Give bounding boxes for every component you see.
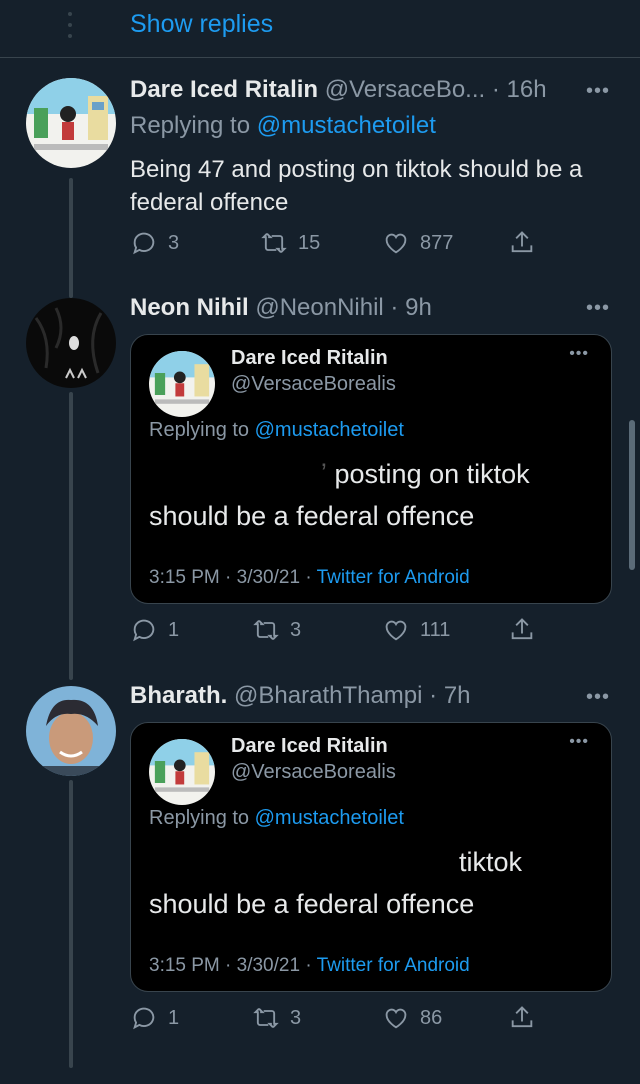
- reply-button[interactable]: 1: [130, 1004, 179, 1032]
- share-icon: [511, 1006, 533, 1028]
- tweet-time[interactable]: 9h: [405, 294, 432, 321]
- quote-more-icon[interactable]: •••: [569, 733, 589, 751]
- share-icon: [511, 231, 533, 253]
- like-count: 111: [420, 618, 451, 641]
- reply-icon: [133, 1007, 155, 1030]
- reply-button[interactable]: 1: [130, 616, 179, 644]
- quote-text-line-1: tiktok: [459, 847, 523, 877]
- tweet-time[interactable]: 16h: [507, 76, 547, 103]
- quote-user-handle: @VersaceBorealis: [231, 761, 396, 783]
- quote-app-link[interactable]: Twitter for Android: [317, 567, 470, 588]
- quote-text: ʼ posting on tiktok should be a federal …: [149, 453, 589, 537]
- quote-user-handle: @VersaceBorealis: [231, 373, 396, 395]
- tweet-actions: 1 3 111: [130, 616, 550, 650]
- retweet-icon: [253, 1008, 279, 1028]
- user-handle[interactable]: @VersaceBo...: [325, 76, 485, 103]
- more-icon[interactable]: •••: [586, 297, 610, 320]
- like-count: 86: [420, 1006, 443, 1029]
- share-button[interactable]: [508, 616, 536, 644]
- like-count: 877: [420, 231, 454, 254]
- mention-link[interactable]: @mustachetoilet: [255, 807, 404, 829]
- reply-count: 3: [168, 231, 180, 254]
- replying-to: Replying to @mustachetoilet: [130, 112, 436, 140]
- avatar[interactable]: [26, 78, 116, 168]
- thread-line: [69, 392, 73, 680]
- like-icon: [385, 620, 407, 641]
- avatar[interactable]: [26, 686, 116, 776]
- like-button[interactable]: 111: [382, 616, 450, 644]
- show-replies-link[interactable]: Show replies: [130, 10, 273, 39]
- quote-display-name: Dare Iced Ritalin: [231, 347, 388, 369]
- reply-button[interactable]: 3: [130, 229, 179, 257]
- thread-dots-icon: [64, 12, 76, 38]
- retweet-button[interactable]: 3: [252, 616, 301, 644]
- quote-replying-to: Replying to @mustachetoilet: [149, 419, 404, 442]
- quote-text-line-2: should be a federal offence: [149, 889, 475, 919]
- tweet-actions: 1 3 86: [130, 1004, 550, 1038]
- show-replies-row[interactable]: Show replies: [0, 0, 640, 58]
- more-icon[interactable]: •••: [586, 686, 610, 709]
- share-icon: [511, 618, 533, 640]
- share-button[interactable]: [508, 229, 536, 257]
- display-name[interactable]: Bharath.: [130, 682, 227, 709]
- tweet-header: Dare Iced Ritalin @VersaceBo... · 16h: [130, 76, 547, 103]
- like-button[interactable]: 877: [382, 229, 453, 257]
- like-button[interactable]: 86: [382, 1004, 442, 1032]
- mention-link[interactable]: @mustachetoilet: [255, 419, 404, 441]
- quote-text-line-2: should be a federal offence: [149, 501, 475, 531]
- reply-count: 1: [168, 1006, 180, 1029]
- avatar[interactable]: [26, 298, 116, 388]
- quote-timestamp: 3:15 PM · 3/30/21 ·: [149, 567, 312, 588]
- user-handle[interactable]: @NeonNihil: [255, 294, 383, 321]
- quoted-tweet[interactable]: Dare Iced Ritalin @VersaceBorealis ••• R…: [130, 334, 612, 604]
- tweet-text: Being 47 and posting on tiktok should be…: [130, 156, 583, 216]
- mention-link[interactable]: @mustachetoilet: [257, 112, 436, 139]
- quote-more-icon[interactable]: •••: [569, 345, 589, 363]
- retweet-count: 15: [298, 231, 321, 254]
- quote-app-link[interactable]: Twitter for Android: [317, 955, 470, 976]
- like-icon: [385, 233, 407, 254]
- twitter-thread: Show replies Dare Iced Ritalin @VersaceB…: [0, 0, 640, 1084]
- tweet-actions: 3 15 877: [130, 229, 550, 263]
- retweet-button[interactable]: 15: [260, 229, 320, 257]
- quote-replying-to: Replying to @mustachetoilet: [149, 807, 404, 830]
- tweet-time[interactable]: 7h: [444, 682, 471, 709]
- retweet-count: 3: [290, 1006, 302, 1029]
- replying-prefix: Replying to: [130, 112, 251, 139]
- quote-avatar: [149, 739, 215, 805]
- like-icon: [385, 1008, 407, 1029]
- scrollbar[interactable]: [629, 420, 635, 570]
- quote-display-name: Dare Iced Ritalin: [231, 735, 388, 757]
- reply-icon: [133, 232, 155, 255]
- tweet-header: Bharath. @BharathThampi · 7h: [130, 682, 471, 709]
- replying-prefix: Replying to: [149, 419, 250, 441]
- more-icon[interactable]: •••: [586, 80, 610, 103]
- quote-avatar: [149, 351, 215, 417]
- quote-text-line-1: posting on tiktok: [334, 459, 530, 489]
- user-handle[interactable]: @BharathThampi: [234, 682, 422, 709]
- tweet-header: Neon Nihil @NeonNihil · 9h: [130, 294, 432, 321]
- retweet-icon: [261, 233, 287, 253]
- quote-meta: 3:15 PM · 3/30/21 · Twitter for Android: [149, 567, 470, 589]
- replying-prefix: Replying to: [149, 807, 250, 829]
- thread-line: [69, 178, 73, 298]
- quoted-tweet[interactable]: Dare Iced Ritalin @VersaceBorealis ••• R…: [130, 722, 612, 992]
- display-name[interactable]: Dare Iced Ritalin: [130, 76, 318, 103]
- quote-timestamp: 3:15 PM · 3/30/21 ·: [149, 955, 312, 976]
- reply-icon: [133, 619, 155, 642]
- quote-meta: 3:15 PM · 3/30/21 · Twitter for Android: [149, 955, 470, 977]
- retweet-icon: [253, 620, 279, 640]
- reply-count: 1: [168, 618, 180, 641]
- share-button[interactable]: [508, 1004, 536, 1032]
- display-name[interactable]: Neon Nihil: [130, 294, 249, 321]
- retweet-count: 3: [290, 618, 302, 641]
- retweet-button[interactable]: 3: [252, 1004, 301, 1032]
- quote-text: tiktok should be a federal offence: [149, 841, 589, 925]
- thread-line: [69, 780, 73, 1068]
